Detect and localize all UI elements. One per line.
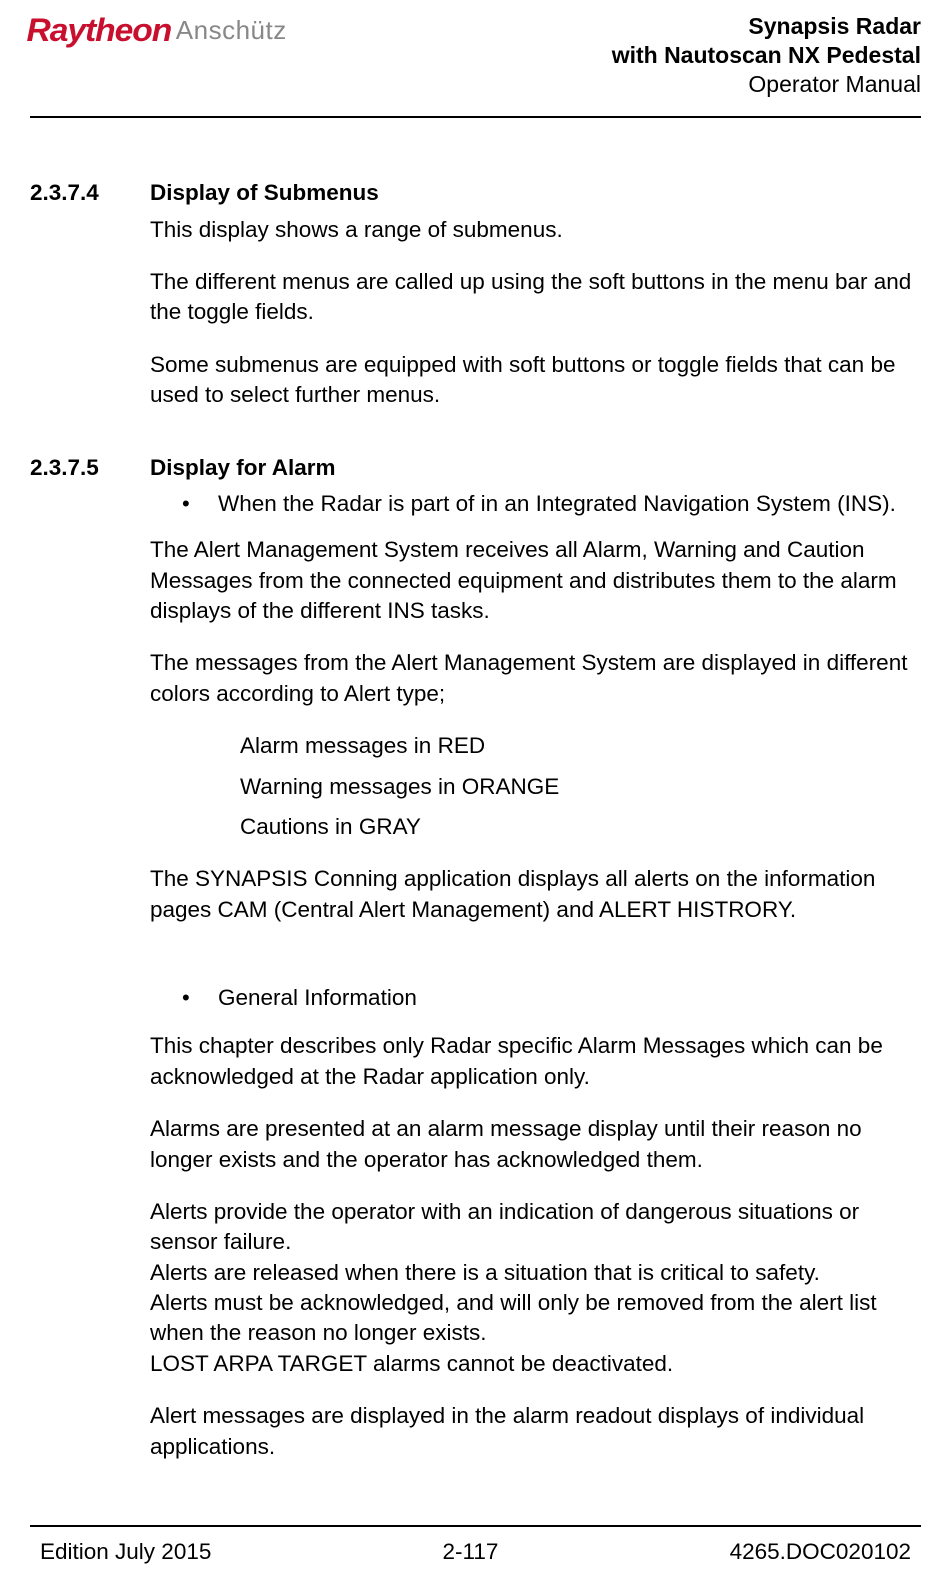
footer-page-number: 2-117	[443, 1539, 499, 1565]
header-titles: Synapsis Radar with Nautoscan NX Pedesta…	[612, 12, 921, 98]
section-number: 2.3.7.5	[30, 453, 150, 483]
section-title: Display for Alarm	[150, 453, 335, 483]
bullet-text: When the Radar is part of in an Integrat…	[218, 489, 896, 519]
paragraph: The Alert Management System receives all…	[150, 535, 921, 626]
doc-title-line2: with Nautoscan NX Pedestal	[612, 41, 921, 70]
list-item: Alarm messages in RED	[240, 731, 921, 761]
content-area: 2.3.7.4 Display of Submenus This display…	[30, 178, 921, 1525]
list-item: Cautions in GRAY	[240, 812, 921, 842]
bullet-icon: •	[182, 489, 218, 519]
section-body: This display shows a range of submenus. …	[150, 215, 921, 411]
paragraph: The messages from the Alert Management S…	[150, 648, 921, 709]
footer-doc-id: 4265.DOC020102	[730, 1539, 921, 1565]
doc-title-line3: Operator Manual	[612, 70, 921, 99]
logo-area: Raytheon Anschütz	[30, 12, 287, 49]
section-2-3-7-4: 2.3.7.4 Display of Submenus This display…	[30, 178, 921, 410]
paragraph: The different menus are called up using …	[150, 267, 921, 328]
paragraph: This display shows a range of submenus.	[150, 215, 921, 245]
footer-edition: Edition July 2015	[30, 1539, 211, 1565]
logo-raytheon: Raytheon	[27, 12, 172, 49]
section-number: 2.3.7.4	[30, 178, 150, 208]
page: Raytheon Anschütz Synapsis Radar with Na…	[0, 0, 951, 1591]
page-header: Raytheon Anschütz Synapsis Radar with Na…	[30, 12, 921, 118]
bullet-item: • When the Radar is part of in an Integr…	[182, 489, 921, 519]
page-footer: Edition July 2015 2-117 4265.DOC020102	[30, 1525, 921, 1591]
section-2-3-7-5: 2.3.7.5 Display for Alarm • When the Rad…	[30, 453, 921, 1462]
paragraph: The SYNAPSIS Conning application display…	[150, 864, 921, 925]
logo-anschutz: Anschütz	[176, 15, 287, 46]
paragraph: Some submenus are equipped with soft but…	[150, 350, 921, 411]
paragraph: Alerts provide the operator with an indi…	[150, 1197, 921, 1379]
paragraph: Alarms are presented at an alarm message…	[150, 1114, 921, 1175]
bullet-icon: •	[182, 983, 218, 1013]
doc-title-line1: Synapsis Radar	[612, 12, 921, 41]
bullet-text: General Information	[218, 983, 417, 1013]
section-body: • When the Radar is part of in an Integr…	[150, 489, 921, 1462]
paragraph: This chapter describes only Radar specif…	[150, 1031, 921, 1092]
paragraph: Alert messages are displayed in the alar…	[150, 1401, 921, 1462]
bullet-item: • General Information	[182, 983, 921, 1013]
color-list: Alarm messages in RED Warning messages i…	[240, 731, 921, 842]
section-header: 2.3.7.5 Display for Alarm	[30, 453, 921, 483]
section-header: 2.3.7.4 Display of Submenus	[30, 178, 921, 208]
section-title: Display of Submenus	[150, 178, 379, 208]
list-item: Warning messages in ORANGE	[240, 772, 921, 802]
